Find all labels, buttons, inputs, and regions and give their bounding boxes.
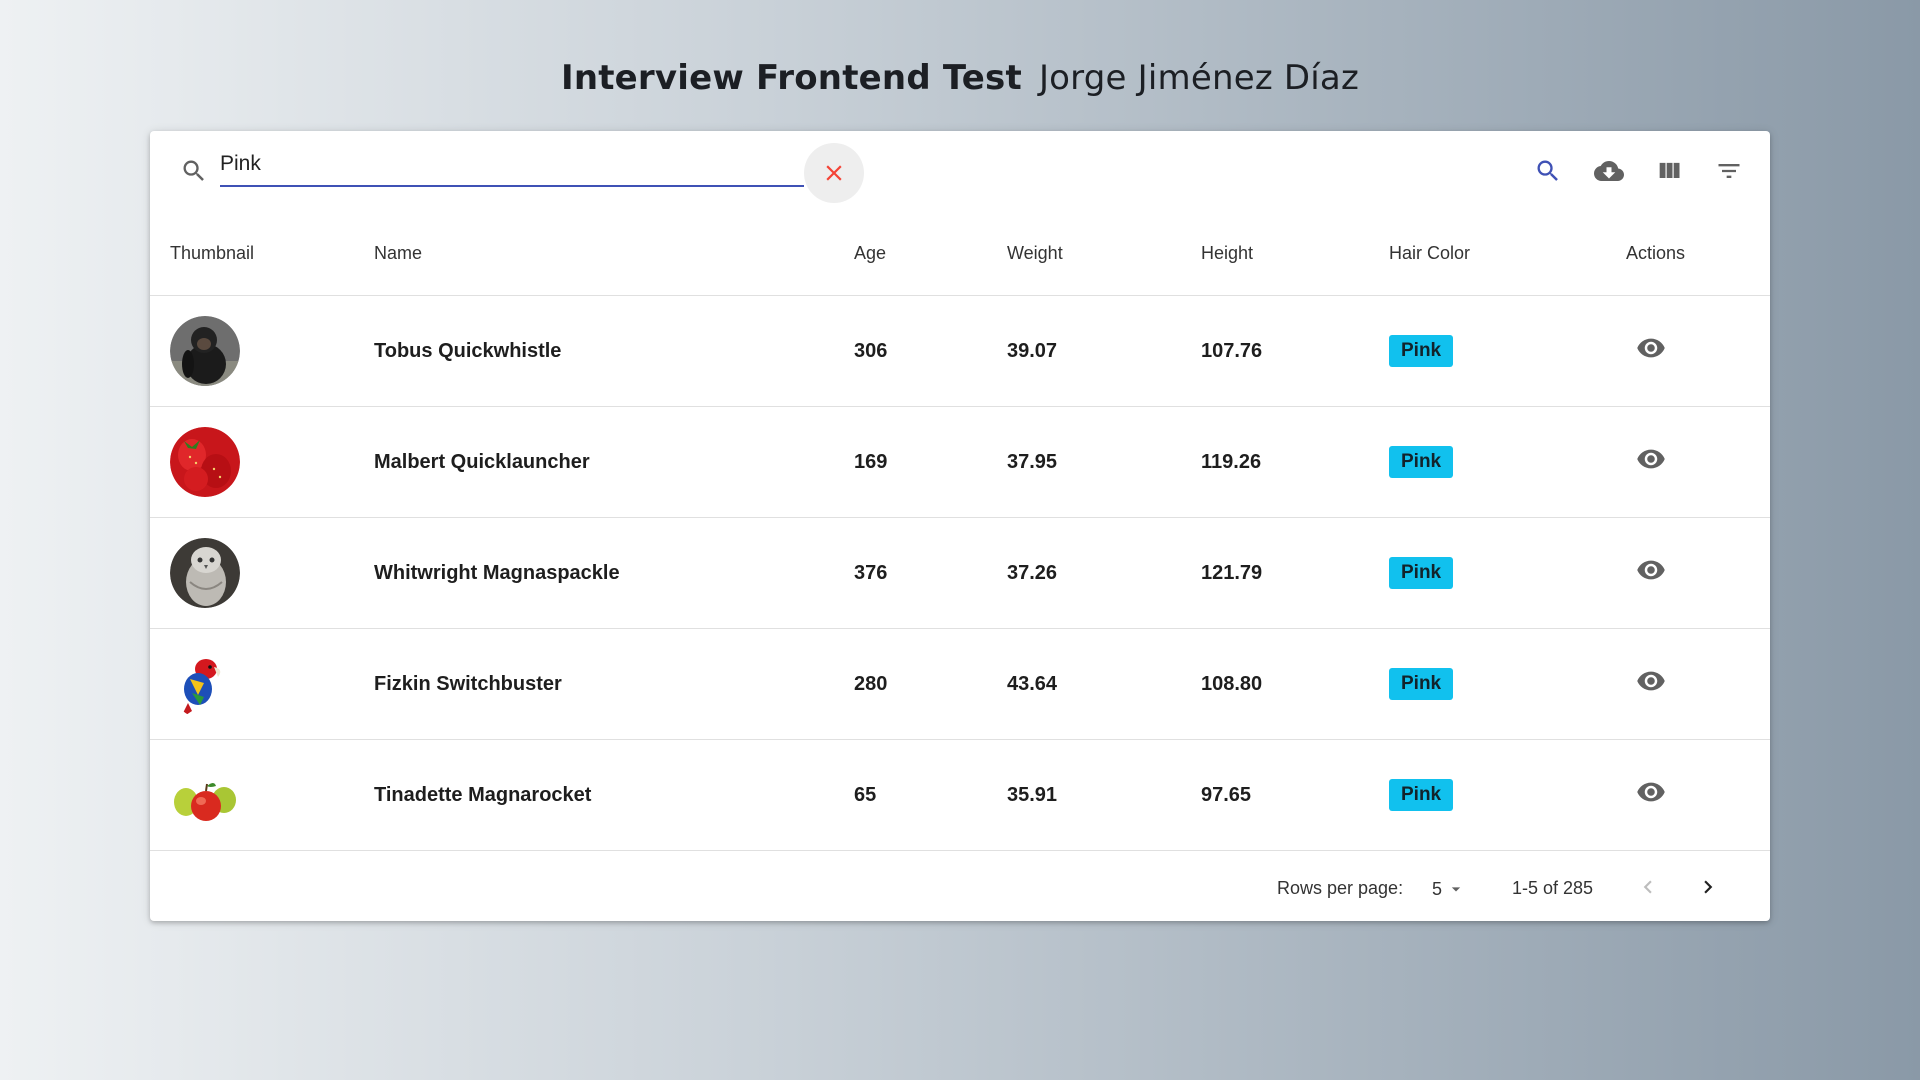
column-header-weight[interactable]: Weight: [1007, 211, 1201, 296]
hair-color-chip: Pink: [1389, 668, 1454, 700]
hair-color-cell: Pink: [1389, 628, 1626, 740]
age-cell: 306: [854, 295, 1007, 407]
height-cell: 107.76: [1201, 295, 1389, 407]
apples-thumbnail: [170, 760, 240, 830]
weight-cell: 35.91: [1007, 739, 1201, 851]
data-table: Thumbnail Name Age Weight Height Hair Co…: [150, 211, 1770, 851]
close-icon: [826, 165, 842, 181]
height-cell: 121.79: [1201, 517, 1389, 629]
hair-color-cell: Pink: [1389, 295, 1626, 407]
height-cell: 97.65: [1201, 739, 1389, 851]
search-button[interactable]: [1528, 151, 1568, 191]
chevron-left-icon: [1643, 880, 1652, 894]
column-header-name[interactable]: Name: [374, 211, 854, 296]
hair-color-chip: Pink: [1389, 557, 1454, 589]
search-icon: [1537, 160, 1558, 181]
name-cell: Whitwright Magnaspackle: [374, 517, 854, 629]
actions-cell: [1626, 628, 1770, 740]
strawberries-thumbnail: [170, 427, 240, 497]
actions-cell: [1626, 739, 1770, 851]
hair-color-cell: Pink: [1389, 739, 1626, 851]
name-cell: Fizkin Switchbuster: [374, 628, 854, 740]
view-column-icon: [1659, 162, 1680, 178]
age-cell: 169: [854, 406, 1007, 518]
table-row: Tinadette Magnarocket 65 35.91 97.65 Pin…: [150, 739, 1770, 851]
thumbnail-cell: [150, 517, 374, 629]
weight-cell: 43.64: [1007, 628, 1201, 740]
owl-thumbnail: [170, 538, 240, 608]
name-cell: Tinadette Magnarocket: [374, 739, 854, 851]
view-columns-button[interactable]: [1649, 151, 1689, 191]
hair-color-cell: Pink: [1389, 406, 1626, 518]
view-details-button[interactable]: [1636, 666, 1666, 696]
name-cell: Tobus Quickwhistle: [374, 295, 854, 407]
column-header-actions[interactable]: Actions: [1626, 211, 1770, 296]
chimpanzee-thumbnail: [170, 316, 240, 386]
eye-icon: [1637, 671, 1665, 691]
thumbnail-cell: [150, 406, 374, 518]
hair-color-cell: Pink: [1389, 517, 1626, 629]
rows-per-page-select[interactable]: 5: [1432, 876, 1474, 902]
actions-cell: [1626, 517, 1770, 629]
view-details-button[interactable]: [1636, 333, 1666, 363]
rows-per-page-value: 5: [1432, 878, 1443, 899]
cloud-download-icon: [1594, 161, 1624, 181]
table-row: Whitwright Magnaspackle 376 37.26 121.79…: [150, 517, 1770, 629]
age-cell: 65: [854, 739, 1007, 851]
hair-color-chip: Pink: [1389, 779, 1454, 811]
data-table-card: Thumbnail Name Age Weight Height Hair Co…: [150, 131, 1770, 921]
filter-button[interactable]: [1709, 151, 1749, 191]
filter-list-icon: [1718, 164, 1740, 178]
table-toolbar: [150, 131, 1770, 211]
thumbnail-cell: [150, 739, 374, 851]
pagination-bar: Rows per page: 5 1-5 of 285: [150, 855, 1770, 921]
eye-icon: [1637, 782, 1665, 802]
table-row: Fizkin Switchbuster 280 43.64 108.80 Pin…: [150, 628, 1770, 740]
search-field[interactable]: [220, 147, 804, 187]
view-details-button[interactable]: [1636, 555, 1666, 585]
hair-color-chip: Pink: [1389, 335, 1454, 367]
download-csv-button[interactable]: [1589, 151, 1629, 191]
parrot-thumbnail: [170, 649, 240, 719]
clear-search-button[interactable]: [804, 143, 864, 203]
next-page-button[interactable]: [1688, 867, 1728, 907]
weight-cell: 39.07: [1007, 295, 1201, 407]
app-title: Interview Frontend Test: [560, 58, 1022, 98]
actions-cell: [1626, 406, 1770, 518]
eye-icon: [1637, 449, 1665, 469]
column-header-hair-color[interactable]: Hair Color: [1389, 211, 1626, 296]
page-title: Interview Frontend Test Jorge Jiménez Dí…: [0, 58, 1920, 98]
author-name: Jorge Jiménez Díaz: [1038, 58, 1360, 98]
age-cell: 280: [854, 628, 1007, 740]
name-cell: Malbert Quicklauncher: [374, 406, 854, 518]
rows-per-page-label: Rows per page:: [1277, 878, 1404, 898]
thumbnail-cell: [150, 295, 374, 407]
search-icon: [180, 157, 208, 185]
weight-cell: 37.26: [1007, 517, 1201, 629]
table-header-row: Thumbnail Name Age Weight Height Hair Co…: [150, 211, 1770, 296]
view-details-button[interactable]: [1636, 777, 1666, 807]
column-header-thumbnail[interactable]: Thumbnail: [150, 211, 374, 296]
arrow-drop-down-icon: [1451, 887, 1461, 892]
table-row: Malbert Quicklauncher 169 37.95 119.26 P…: [150, 406, 1770, 518]
hair-color-chip: Pink: [1389, 446, 1454, 478]
age-cell: 376: [854, 517, 1007, 629]
search-input[interactable]: [220, 147, 804, 181]
eye-icon: [1637, 338, 1665, 358]
weight-cell: 37.95: [1007, 406, 1201, 518]
chevron-right-icon: [1704, 880, 1713, 894]
eye-icon: [1637, 560, 1665, 580]
pagination-range: 1-5 of 285: [1512, 878, 1594, 898]
column-header-height[interactable]: Height: [1201, 211, 1389, 296]
view-details-button[interactable]: [1636, 444, 1666, 474]
height-cell: 119.26: [1201, 406, 1389, 518]
actions-cell: [1626, 295, 1770, 407]
column-header-age[interactable]: Age: [854, 211, 1007, 296]
table-row: Tobus Quickwhistle 306 39.07 107.76 Pink: [150, 295, 1770, 407]
height-cell: 108.80: [1201, 628, 1389, 740]
previous-page-button[interactable]: [1628, 867, 1668, 907]
thumbnail-cell: [150, 628, 374, 740]
